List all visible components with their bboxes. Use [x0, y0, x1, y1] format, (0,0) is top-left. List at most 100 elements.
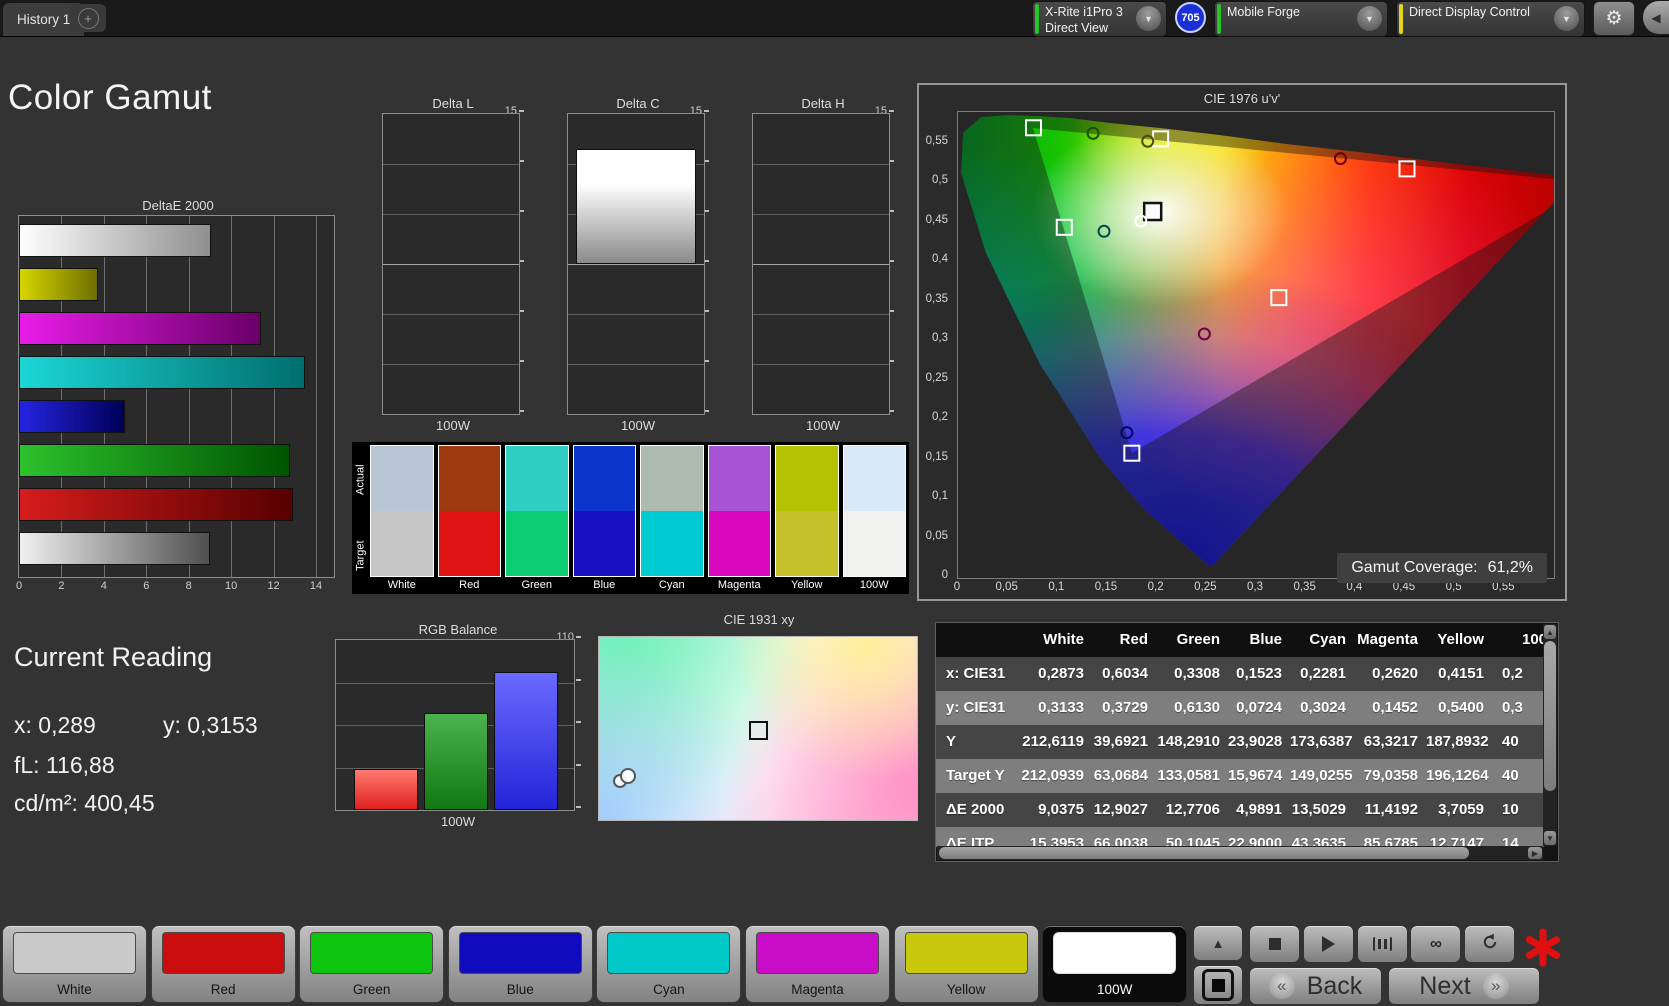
table-cell: 63,3217 — [1354, 725, 1426, 759]
grid-line — [568, 264, 704, 265]
triangle-up-icon: ▲ — [1212, 936, 1225, 951]
actual-swatch — [371, 446, 433, 511]
chevron-down-icon[interactable]: ▼ — [1357, 6, 1382, 31]
swatch-pair — [775, 445, 839, 577]
chevron-down-icon[interactable]: ▼ — [1136, 6, 1161, 31]
pattern-button-label: Green — [300, 982, 443, 997]
x-tick-label: 0,2 — [1148, 581, 1164, 593]
pattern-button-label: Yellow — [895, 982, 1038, 997]
collapse-panel-button[interactable]: ◀ — [1643, 1, 1669, 34]
target-swatch — [844, 511, 906, 576]
table-cell: 149,0255 — [1290, 759, 1354, 793]
table-cell: 63,0684 — [1092, 759, 1156, 793]
pause-button[interactable] — [1357, 925, 1408, 963]
display-control-dropdown[interactable]: Direct Display Control ▼ — [1396, 1, 1585, 37]
table-cell: 13,5029 — [1290, 793, 1354, 827]
scroll-up-icon[interactable]: ▲ — [1544, 625, 1556, 639]
table-cell: 66,0038 — [1092, 827, 1156, 847]
pattern-source-dropdown[interactable]: Mobile Forge ▼ — [1214, 1, 1388, 37]
add-tab-button[interactable]: + — [70, 4, 106, 32]
play-icon — [1322, 936, 1335, 952]
rgb-bar-blue — [494, 672, 558, 810]
table-row: x: CIE310,28730,60340,33080,15230,22810,… — [936, 657, 1544, 691]
table-cell: 0,3133 — [1020, 691, 1092, 725]
table-cell: 148,2910 — [1156, 725, 1228, 759]
current-reading-y: y: 0,3153 — [163, 712, 258, 739]
refresh-button[interactable] — [1464, 925, 1515, 963]
pattern-button-label: White — [3, 982, 146, 997]
pattern-button-yellow[interactable]: Yellow — [894, 925, 1039, 1003]
pattern-button-cyan[interactable]: Cyan — [596, 925, 741, 1003]
table-horizontal-scrollbar[interactable]: ▶ — [937, 846, 1543, 860]
table-cell: 22,9000 — [1228, 827, 1290, 847]
x-tick-label: 4 — [101, 580, 107, 592]
stop-button[interactable] — [1249, 925, 1300, 963]
cie1931-title: CIE 1931 xy — [598, 612, 920, 629]
refresh-icon — [1481, 933, 1499, 956]
swatch-label: Magenta — [708, 577, 772, 594]
infinity-button[interactable]: ∞ — [1410, 925, 1461, 963]
swatch-column-magenta: Magenta — [708, 445, 772, 594]
table-header-cell: Green — [1156, 623, 1228, 657]
table-cell: 0,2620 — [1354, 657, 1426, 691]
deltae-bar-100w — [19, 532, 210, 565]
chevron-down-icon[interactable]: ▼ — [1554, 6, 1579, 31]
grid-line — [316, 216, 317, 577]
horizontal-scroll-thumb[interactable] — [939, 847, 1469, 859]
y-tick-label: 0 — [942, 569, 948, 581]
table-cell: 43,3635 — [1290, 827, 1354, 847]
pattern-button-magenta[interactable]: Magenta — [745, 925, 890, 1003]
table-row: ΔE ITP15,395366,003850,104522,900043,363… — [936, 827, 1544, 847]
delta-h-plot — [752, 113, 890, 415]
deltae-bar-yellow — [19, 268, 98, 301]
pattern-button-red[interactable]: Red — [151, 925, 296, 1003]
table-header-cell: Magenta — [1354, 623, 1426, 657]
pattern-button-white[interactable]: White — [2, 925, 147, 1003]
table-cell: 15,9674 — [1228, 759, 1290, 793]
swatch-pair — [708, 445, 772, 577]
vertical-scroll-thumb[interactable] — [1544, 641, 1556, 791]
table-cell: 0,3024 — [1290, 691, 1354, 725]
swatch-label: 100W — [843, 577, 907, 594]
scroll-right-icon[interactable]: ▶ — [1528, 847, 1542, 859]
swatch-column-cyan: Cyan — [640, 445, 704, 594]
y-tick-label: 0,4 — [932, 253, 948, 265]
scroll-down-icon[interactable]: ▼ — [1544, 831, 1556, 845]
delta-l-plot — [382, 113, 520, 415]
target-swatch — [371, 511, 433, 576]
table-row-label: y: CIE31 — [936, 691, 1020, 725]
table-vertical-scrollbar[interactable]: ▲ ▼ — [1543, 624, 1557, 846]
stop-icon — [1269, 938, 1281, 950]
actual-swatch — [506, 446, 568, 511]
table-cell: 85,6785 — [1354, 827, 1426, 847]
table-cell: 4,9891 — [1228, 793, 1290, 827]
next-button[interactable]: Next » — [1388, 967, 1540, 1005]
target-swatch — [439, 511, 501, 576]
pattern-button-green[interactable]: Green — [299, 925, 444, 1003]
white-point-square-marker — [749, 721, 768, 740]
table-cell: 173,6387 — [1290, 725, 1354, 759]
actual-swatch — [709, 446, 771, 511]
gear-icon: ⚙ — [1605, 7, 1622, 30]
meter-dropdown[interactable]: X-Rite i1Pro 3 Direct View ▼ — [1032, 1, 1167, 37]
swatch-column-red: Red — [438, 445, 502, 594]
target-marker-white — [1144, 203, 1161, 220]
cie1976-plot — [957, 111, 1555, 579]
x-tick-label: 0,1 — [1048, 581, 1064, 593]
back-button[interactable]: « Back — [1249, 967, 1382, 1005]
target-swatch — [574, 511, 636, 576]
actual-swatch — [439, 446, 501, 511]
play-button[interactable] — [1303, 925, 1354, 963]
pattern-window-button[interactable] — [1193, 965, 1243, 1005]
grid-line — [753, 364, 889, 365]
pattern-up-button[interactable]: ▲ — [1193, 925, 1243, 961]
target-swatch — [776, 511, 838, 576]
pattern-button-100w[interactable]: 100W — [1042, 925, 1187, 1003]
table-cell: 0,3 — [1492, 691, 1544, 725]
settings-button[interactable]: ⚙ — [1593, 1, 1635, 36]
pattern-button-label: Magenta — [746, 982, 889, 997]
grid-line — [189, 216, 190, 577]
measurement-table: WhiteRedGreenBlueCyanMagentaYellow100Wx:… — [935, 622, 1559, 862]
pattern-swatch — [310, 932, 433, 974]
pattern-button-blue[interactable]: Blue — [448, 925, 593, 1003]
